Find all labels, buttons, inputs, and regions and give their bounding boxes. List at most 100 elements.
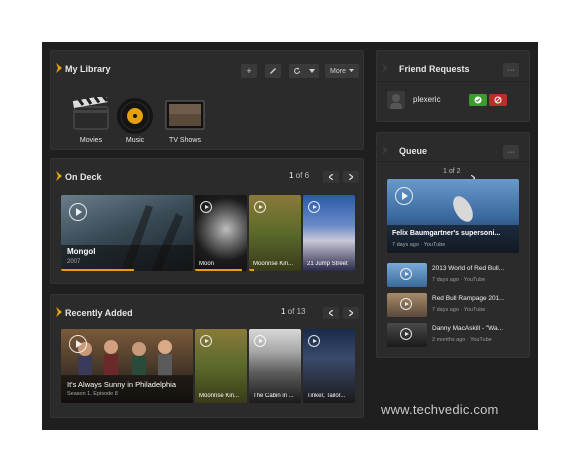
library-item-tv-shows-label[interactable]: TV Shows [155,137,215,144]
recent-featured-card[interactable]: It's Always Sunny in Philadelphia Season… [61,329,193,403]
friend-requests-panel: Friend Requests ··· plexeric [376,50,530,122]
prev-page-button[interactable] [323,307,339,319]
card-label: Moonrise Kin... [253,261,294,267]
queue-more-button[interactable]: ··· [503,145,519,159]
play-icon[interactable] [400,328,412,340]
play-icon[interactable] [400,298,412,310]
progress-bar [61,269,134,271]
section-chevron-icon [56,63,62,73]
featured-title: Felix Baumgartner's supersoni... [392,230,501,237]
queue-item[interactable]: Danny MacAskill - "Wa... 2 months ago · … [387,323,517,351]
next-page-button[interactable] [343,307,359,319]
queue-panel: Queue ··· 1 of 2 Felix Baumgartner's sup… [376,132,530,358]
library-panel: My Library + More Movies Music TV Shows [50,50,364,150]
plex-dashboard: My Library + More Movies Music TV Shows … [42,42,538,430]
card-label: 21 Jump Street [307,261,348,267]
more-menu-button[interactable]: More [325,64,359,78]
play-icon[interactable] [254,201,266,213]
featured-meta: 7 days ago · YouTube [392,242,446,248]
featured-subtitle: Season 1, Episode 8 [67,391,118,397]
recently-added-panel: Recently Added 1 of 13 It's Always Sunny… [50,294,364,418]
next-page-button[interactable] [343,171,359,183]
queue-item[interactable]: 2013 World of Red Bull... 7 days ago · Y… [387,263,517,291]
video-thumbnail [387,293,427,317]
video-thumbnail [387,263,427,287]
recent-card-moonrise-kingdom[interactable]: Moonrise Kin... [195,329,247,403]
divider [377,81,529,82]
avatar [387,91,405,109]
queue-item-title: Red Bull Rampage 201... [432,295,505,302]
video-thumbnail [387,323,427,347]
section-chevron-icon [382,63,388,73]
page-indicator: 1 of 2 [443,168,461,175]
on-deck-card-21-jump-street[interactable]: 21 Jump Street [303,195,355,271]
refresh-button[interactable] [289,64,319,78]
queue-item-title: 2013 World of Red Bull... [432,265,505,272]
section-chevron-icon [56,307,62,317]
progress-bar [195,269,242,271]
user-silhouette-icon [390,94,402,109]
watermark: www.techvedic.com [381,402,499,417]
play-icon[interactable] [200,201,212,213]
decline-friend-button[interactable] [489,94,507,106]
featured-title: Mongol [67,247,96,256]
pencil-icon [270,68,276,74]
chevron-left-icon [329,310,333,316]
card-label: Tinker, Tailor... [307,393,346,399]
prev-page-button[interactable] [323,171,339,183]
page-total: of 6 [293,171,310,180]
play-icon[interactable] [395,187,413,205]
accept-friend-button[interactable] [469,94,487,106]
card-label: Moon [199,261,215,267]
on-deck-title[interactable]: On Deck [65,172,102,182]
play-icon[interactable] [254,335,266,347]
card-label: The Cabin in ... [253,393,294,399]
section-chevron-icon [382,145,388,155]
card-label: Moonrise Kin... [199,393,240,399]
edit-button[interactable] [265,64,281,78]
play-icon[interactable] [69,335,87,353]
chevron-right-icon [349,174,353,180]
queue-item-meta: 7 days ago · YouTube [432,307,486,313]
featured-title: It's Always Sunny in Philadelphia [67,380,176,389]
check-icon [474,96,482,104]
friend-username: plexeric [413,95,441,104]
progress-bar [249,269,255,271]
recent-card-cabin-in-the-woods[interactable]: The Cabin in ... [249,329,301,403]
on-deck-featured-card[interactable]: Mongol 2007 [61,195,193,271]
on-deck-card-moonrise-kingdom[interactable]: Moonrise Kin... [249,195,301,271]
chevron-down-icon [348,69,354,72]
page-total: of 13 [285,307,306,316]
queue-item-title: Danny MacAskill - "Wa... [432,325,504,332]
chevron-left-icon [329,174,333,180]
on-deck-card-moon[interactable]: Moon [195,195,247,271]
play-icon[interactable] [308,201,320,213]
chevron-down-icon [309,69,315,73]
on-deck-pager: 1 of 6 [289,171,309,180]
more-label: More [330,67,346,75]
recent-card-tinker-tailor[interactable]: Tinker, Tailor... [303,329,355,403]
recently-added-pager: 1 of 13 [281,307,305,316]
featured-year: 2007 [67,259,81,265]
divider [377,161,529,162]
queue-item-meta: 7 days ago · YouTube [432,277,486,283]
add-button[interactable]: + [241,64,257,78]
friend-requests-more-button[interactable]: ··· [503,63,519,77]
chevron-right-icon [349,310,353,316]
queue-title: Queue [399,146,428,156]
block-icon [494,96,502,104]
on-deck-panel: On Deck 1 of 6 Mongol 2007 Moon Moonrise… [50,158,364,284]
queue-pager: 1 of 2 [443,168,461,175]
queue-item[interactable]: Red Bull Rampage 201... 7 days ago · You… [387,293,517,321]
play-icon[interactable] [400,268,412,280]
library-title[interactable]: My Library [65,64,111,74]
queue-featured-card[interactable]: Felix Baumgartner's supersoni... 7 days … [387,179,519,253]
recently-added-title[interactable]: Recently Added [65,308,133,318]
play-icon[interactable] [69,203,87,221]
vinyl-record-icon [117,98,153,134]
section-chevron-icon [56,171,62,181]
play-icon[interactable] [200,335,212,347]
next-page-button[interactable] [470,168,479,182]
play-icon[interactable] [308,335,320,347]
refresh-icon [294,67,300,74]
